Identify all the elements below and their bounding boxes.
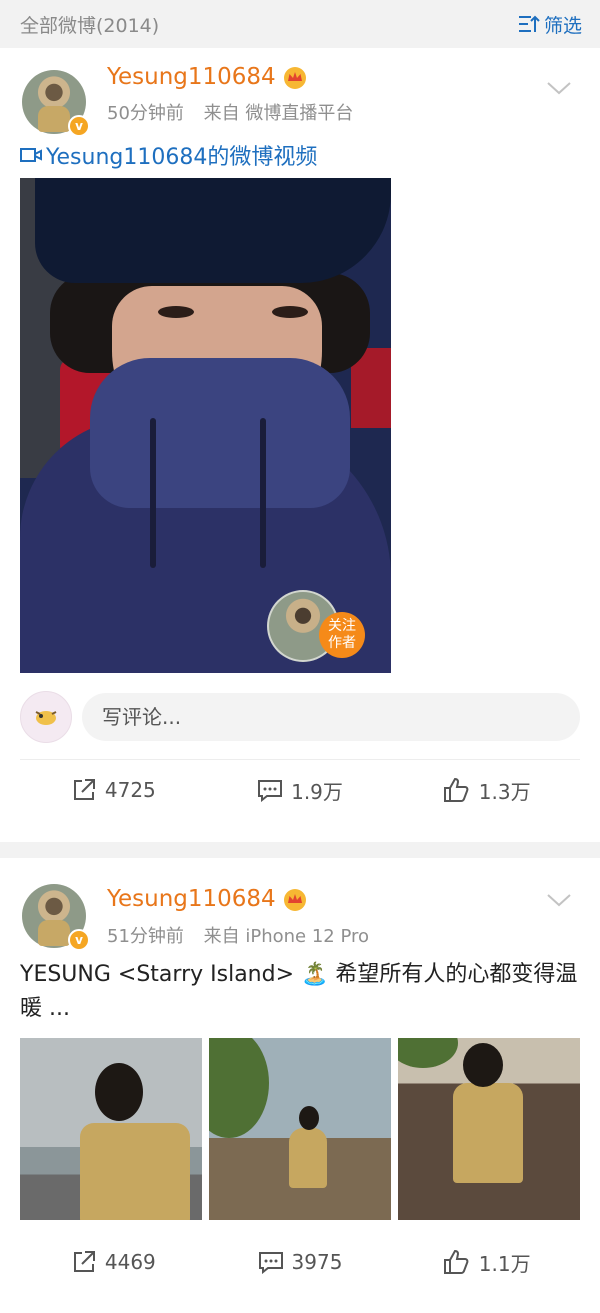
chevron-down-icon[interactable] bbox=[546, 80, 572, 96]
follow-author: 关注 作者 bbox=[267, 590, 365, 662]
thumbs-up-icon bbox=[443, 1249, 469, 1274]
comment-button[interactable]: 1.9万 bbox=[207, 776, 394, 805]
repost-icon bbox=[73, 779, 95, 800]
verified-badge-icon: v bbox=[68, 115, 90, 137]
video-player[interactable]: 关注 作者 bbox=[20, 178, 391, 673]
action-bar: 4725 1.9万 1.3万 bbox=[20, 759, 580, 820]
comment-button[interactable]: 3975 bbox=[207, 1250, 394, 1274]
video-icon bbox=[20, 148, 42, 162]
comment-icon bbox=[258, 780, 283, 802]
filter-label: 筛选 bbox=[543, 14, 582, 37]
post-header: v Yesung110684 51分钟前 来自 iPhone 12 Pro bbox=[0, 858, 600, 951]
crown-icon bbox=[283, 67, 306, 89]
username[interactable]: Yesung110684 bbox=[107, 886, 308, 912]
thumbs-up-icon bbox=[443, 777, 469, 802]
comment-icon bbox=[258, 1252, 283, 1274]
chevron-down-icon[interactable] bbox=[546, 892, 572, 908]
repost-button[interactable]: 4469 bbox=[20, 1249, 207, 1275]
photo[interactable] bbox=[20, 1038, 202, 1220]
repost-icon bbox=[73, 1251, 95, 1272]
filter-icon bbox=[518, 15, 540, 32]
post-meta: 51分钟前 来自 iPhone 12 Pro bbox=[107, 922, 369, 948]
username[interactable]: Yesung110684 bbox=[107, 64, 308, 90]
post-header: v Yesung110684 50分钟前 来自 微博直播平台 bbox=[0, 48, 600, 137]
my-avatar[interactable] bbox=[20, 691, 72, 743]
action-bar: 4469 3975 1.1万 bbox=[20, 1232, 580, 1292]
all-posts-count: 全部微博(2014) bbox=[20, 14, 160, 37]
avatar[interactable]: v bbox=[22, 884, 90, 951]
comment-input[interactable] bbox=[82, 693, 580, 741]
like-button[interactable]: 1.1万 bbox=[393, 1248, 580, 1277]
post-card: v Yesung110684 51分钟前 来自 iPhone 12 Pro YE… bbox=[0, 858, 600, 1313]
like-button[interactable]: 1.3万 bbox=[393, 776, 580, 805]
comment-row bbox=[0, 673, 600, 759]
video-title-link[interactable]: Yesung110684的微博视频 bbox=[0, 132, 600, 178]
post-time: 51分钟前 bbox=[107, 926, 184, 947]
crown-icon bbox=[283, 889, 306, 911]
post-source: 来自 iPhone 12 Pro bbox=[203, 926, 370, 947]
avatar[interactable]: v bbox=[22, 70, 90, 137]
post-time: 50分钟前 bbox=[107, 103, 184, 124]
top-bar: 全部微博(2014) 筛选 bbox=[0, 0, 600, 48]
post-card: v Yesung110684 50分钟前 来自 微博直播平台 Yesung110… bbox=[0, 48, 600, 842]
post-source: 来自 微博直播平台 bbox=[203, 103, 354, 124]
post-meta: 50分钟前 来自 微博直播平台 bbox=[107, 99, 353, 125]
verified-badge-icon: v bbox=[68, 929, 90, 951]
repost-button[interactable]: 4725 bbox=[20, 777, 207, 803]
photo-grid bbox=[0, 1026, 600, 1220]
post-text[interactable]: YESUNG <Starry Island> 🏝️ 希望所有人的心都变得温暖 .… bbox=[0, 958, 600, 1026]
filter-button[interactable]: 筛选 bbox=[518, 11, 582, 38]
photo[interactable] bbox=[209, 1038, 391, 1220]
photo[interactable] bbox=[398, 1038, 580, 1220]
follow-button[interactable]: 关注 作者 bbox=[319, 612, 365, 658]
